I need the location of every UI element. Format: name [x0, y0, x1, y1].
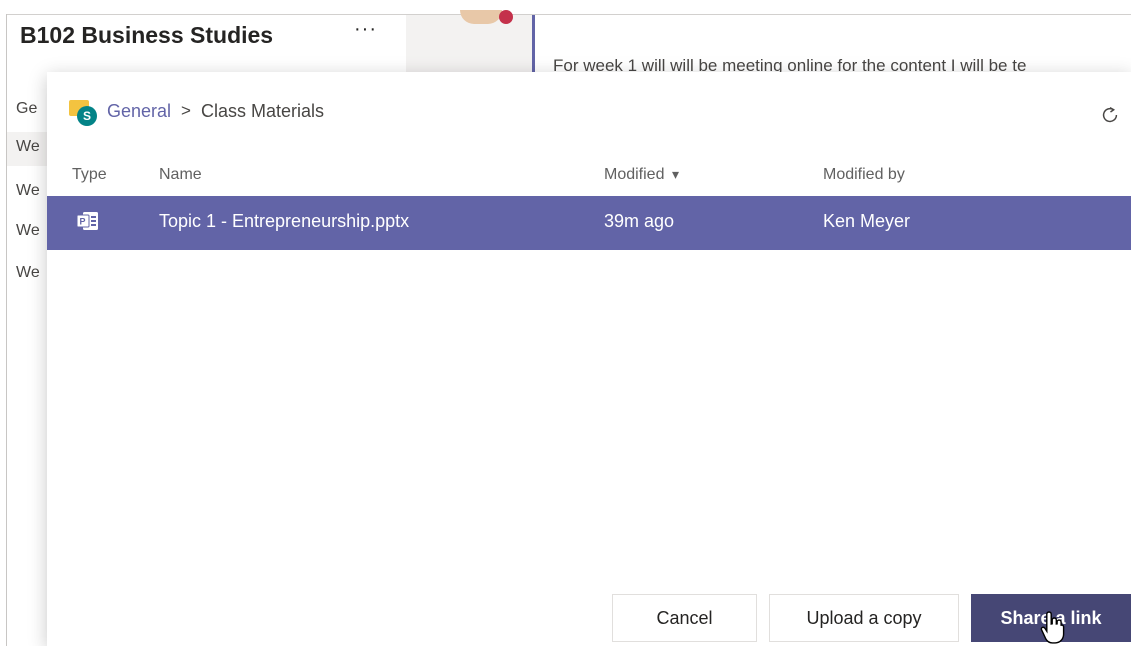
more-options-icon[interactable]: ··· — [354, 18, 377, 41]
status-dot-icon — [499, 10, 513, 24]
breadcrumb-root-link[interactable]: General — [107, 101, 171, 122]
svg-text:P: P — [80, 217, 86, 227]
upload-copy-button[interactable]: Upload a copy — [769, 594, 959, 642]
column-header-modified-label: Modified — [604, 166, 665, 183]
breadcrumb-current: Class Materials — [200, 100, 325, 121]
column-header-name[interactable]: Name — [159, 166, 202, 184]
file-picker-dialog: S General > Class Materials Type Name Mo… — [47, 72, 1131, 646]
file-modified-by: Ken Meyer — [823, 211, 911, 231]
breadcrumb-separator-icon: > — [181, 101, 191, 120]
team-title: B102 Business Studies — [20, 22, 274, 48]
file-name: Topic 1 - Entrepreneurship.pptx — [159, 211, 410, 231]
sharepoint-folder-icon: S — [69, 96, 99, 126]
sort-descending-icon: ▾ — [671, 166, 679, 182]
breadcrumb: S General > Class Materials — [69, 96, 324, 126]
cancel-button[interactable]: Cancel — [612, 594, 757, 642]
column-header-modified-by[interactable]: Modified by — [823, 166, 905, 184]
column-header-modified[interactable]: Modified ▾ — [604, 166, 679, 184]
refresh-icon[interactable] — [1099, 104, 1121, 126]
thread-accent-bar — [532, 15, 535, 75]
table-row[interactable]: P Topic 1 - Entrepreneurship.pptx 39m ag… — [47, 196, 1131, 250]
hand-cursor-icon — [1040, 611, 1065, 644]
column-header-type[interactable]: Type — [72, 166, 107, 184]
thread-rail — [406, 15, 532, 75]
powerpoint-icon: P — [77, 212, 98, 230]
file-modified: 39m ago — [604, 211, 675, 231]
